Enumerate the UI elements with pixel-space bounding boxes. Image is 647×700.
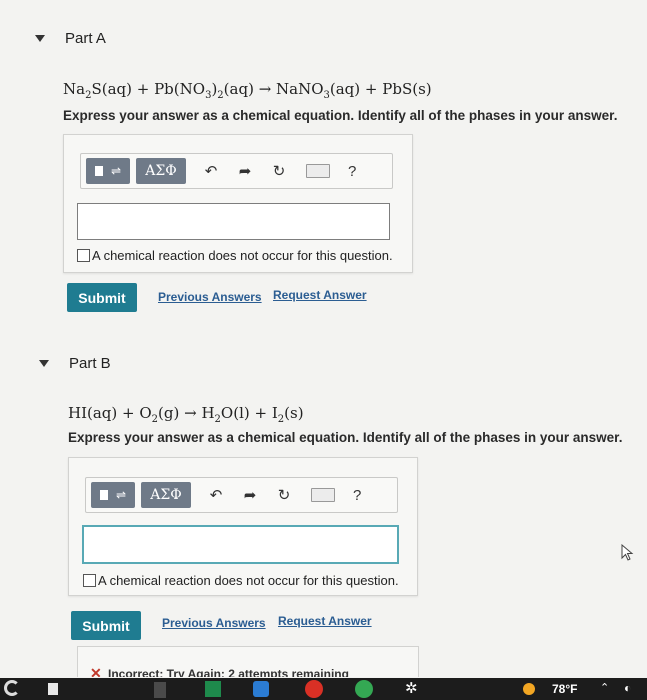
part-b-equation: HI(aq) + O2(g) → H2O(l) + I2(s) bbox=[68, 404, 304, 425]
greek-symbols-button[interactable]: ΑΣΦ bbox=[136, 158, 186, 184]
app-icon[interactable] bbox=[48, 683, 58, 695]
reset-icon[interactable]: ↻ bbox=[275, 486, 293, 504]
part-a-header[interactable]: Part A bbox=[35, 30, 106, 47]
no-reaction-label: A chemical reaction does not occur for t… bbox=[92, 248, 393, 263]
mail-icon[interactable] bbox=[253, 681, 269, 697]
part-a-submit-button[interactable]: Submit bbox=[67, 283, 137, 312]
part-b-instruction: Express your answer as a chemical equati… bbox=[68, 430, 623, 445]
greek-symbols-button[interactable]: ΑΣΦ bbox=[141, 482, 191, 508]
template-icon bbox=[94, 166, 103, 176]
redo-icon[interactable]: ➦ bbox=[236, 162, 254, 180]
feedback-text: Incorrect; Try Again; 2 attempts remaini… bbox=[108, 667, 349, 677]
part-b-feedback-banner: ✕ Incorrect; Try Again; 2 attempts remai… bbox=[77, 646, 419, 677]
help-button[interactable]: ? bbox=[348, 163, 356, 180]
no-reaction-checkbox[interactable] bbox=[77, 249, 90, 262]
settings-gear-icon[interactable]: ✲ bbox=[405, 679, 421, 697]
template-icon bbox=[99, 490, 108, 500]
weather-icon bbox=[523, 683, 535, 695]
os-taskbar: ✲ 78°F ⌃ ◐ bbox=[0, 678, 647, 700]
temperature-label: 78°F bbox=[552, 682, 578, 696]
tray-chevron-icon[interactable]: ⌃ bbox=[600, 681, 609, 694]
part-a-instruction: Express your answer as a chemical equati… bbox=[63, 108, 618, 123]
keyboard-icon[interactable] bbox=[306, 164, 330, 178]
collapse-caret-icon[interactable] bbox=[39, 360, 49, 367]
part-a-equation: Na2S(aq) + Pb(NO3)2(aq) → NaNO3(aq) + Pb… bbox=[63, 80, 432, 101]
keyboard-icon[interactable] bbox=[311, 488, 335, 502]
part-a-math-toolbar: ⇌ ΑΣΦ ↶ ➦ ↻ ? bbox=[80, 153, 393, 189]
reset-icon[interactable]: ↻ bbox=[270, 162, 288, 180]
redo-icon[interactable]: ➦ bbox=[241, 486, 259, 504]
no-reaction-label: A chemical reaction does not occur for t… bbox=[98, 573, 399, 588]
part-a-no-reaction-option[interactable]: A chemical reaction does not occur for t… bbox=[77, 248, 393, 263]
chrome-profile-icon[interactable] bbox=[355, 680, 373, 698]
part-b-request-answer-link[interactable]: Request Answer bbox=[278, 614, 372, 628]
spreadsheet-icon[interactable] bbox=[205, 681, 221, 697]
templates-button[interactable]: ⇌ bbox=[86, 158, 130, 184]
part-b-title: Part B bbox=[69, 355, 111, 372]
mouse-cursor-icon bbox=[621, 544, 634, 561]
part-b-previous-answers-link[interactable]: Previous Answers bbox=[162, 616, 266, 630]
part-b-header[interactable]: Part B bbox=[39, 355, 111, 372]
calculator-icon[interactable] bbox=[154, 682, 166, 698]
part-b-no-reaction-option[interactable]: A chemical reaction does not occur for t… bbox=[83, 573, 399, 588]
incorrect-x-icon: ✕ bbox=[90, 665, 102, 677]
undo-icon[interactable]: ↶ bbox=[207, 486, 225, 504]
templates-button[interactable]: ⇌ bbox=[91, 482, 135, 508]
tray-app-icon[interactable]: ◐ bbox=[624, 681, 631, 695]
start-icon[interactable] bbox=[4, 680, 20, 696]
undo-icon[interactable]: ↶ bbox=[202, 162, 220, 180]
part-b-answer-input[interactable] bbox=[82, 525, 399, 564]
chrome-icon[interactable] bbox=[305, 680, 323, 698]
no-reaction-checkbox[interactable] bbox=[83, 574, 96, 587]
part-a-answer-input[interactable] bbox=[77, 203, 390, 240]
part-a-request-answer-link[interactable]: Request Answer bbox=[273, 288, 367, 302]
help-button[interactable]: ? bbox=[353, 487, 361, 504]
part-a-previous-answers-link[interactable]: Previous Answers bbox=[158, 290, 262, 304]
part-b-submit-button[interactable]: Submit bbox=[71, 611, 141, 640]
part-b-math-toolbar: ⇌ ΑΣΦ ↶ ➦ ↻ ? bbox=[85, 477, 398, 513]
part-a-title: Part A bbox=[65, 30, 106, 47]
collapse-caret-icon[interactable] bbox=[35, 35, 45, 42]
